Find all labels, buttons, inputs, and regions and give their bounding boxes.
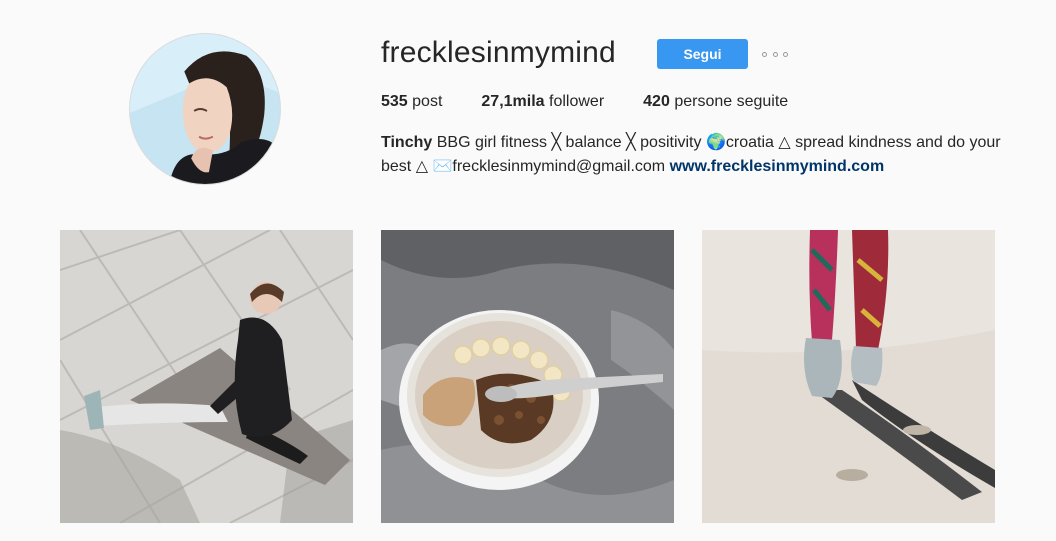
post-tile[interactable] [60, 230, 353, 523]
dot-icon [762, 51, 767, 57]
dot-icon [783, 51, 788, 57]
post-image-stretching [60, 230, 353, 523]
posts-label: post [412, 93, 443, 110]
cross-icon: ╳ [626, 134, 636, 151]
dot-icon [772, 51, 778, 57]
posts-stat: 535 post [381, 92, 442, 112]
cross-icon: ╳ [551, 134, 562, 151]
bio-text: balance [565, 134, 622, 151]
profile-bio: Tinchy BBG girl fitness ╳ balance ╳ posi… [381, 131, 1001, 179]
bio-name: Tinchy [381, 134, 433, 151]
bio-text: positivity [640, 134, 702, 151]
more-options-button[interactable] [762, 49, 788, 59]
bio-text: BBG girl fitness [436, 134, 547, 151]
bio-text: croatia [725, 134, 774, 151]
followers-label: follower [549, 93, 605, 110]
post-tile[interactable] [702, 230, 995, 523]
post-image-smoothie-bowl [381, 230, 674, 523]
following-count: 420 [643, 93, 670, 110]
triangle-icon: △ [778, 134, 791, 151]
profile-stats: 535 post 27,1mila follower 420 persone s… [381, 92, 827, 112]
posts-count: 535 [381, 93, 408, 110]
post-image-walking-sand [702, 230, 995, 523]
profile-avatar[interactable] [129, 33, 281, 185]
globe-icon: 🌍 [705, 134, 726, 151]
followers-stat[interactable]: 27,1mila follower [481, 92, 604, 112]
follow-button[interactable]: Segui [657, 39, 748, 69]
username: frecklesinmymind [381, 36, 616, 69]
bio-email: frecklesinmymind@gmail.com [452, 158, 666, 175]
bio-website-link[interactable]: www.frecklesinmymind.com [670, 158, 885, 175]
triangle-icon: △ [415, 158, 429, 175]
mail-icon: ✉️ [432, 158, 453, 175]
following-label: persone seguite [674, 93, 789, 110]
following-stat[interactable]: 420 persone seguite [643, 92, 788, 112]
followers-count: 27,1mila [481, 93, 545, 110]
avatar-image [130, 34, 280, 184]
post-tile[interactable] [381, 230, 674, 523]
